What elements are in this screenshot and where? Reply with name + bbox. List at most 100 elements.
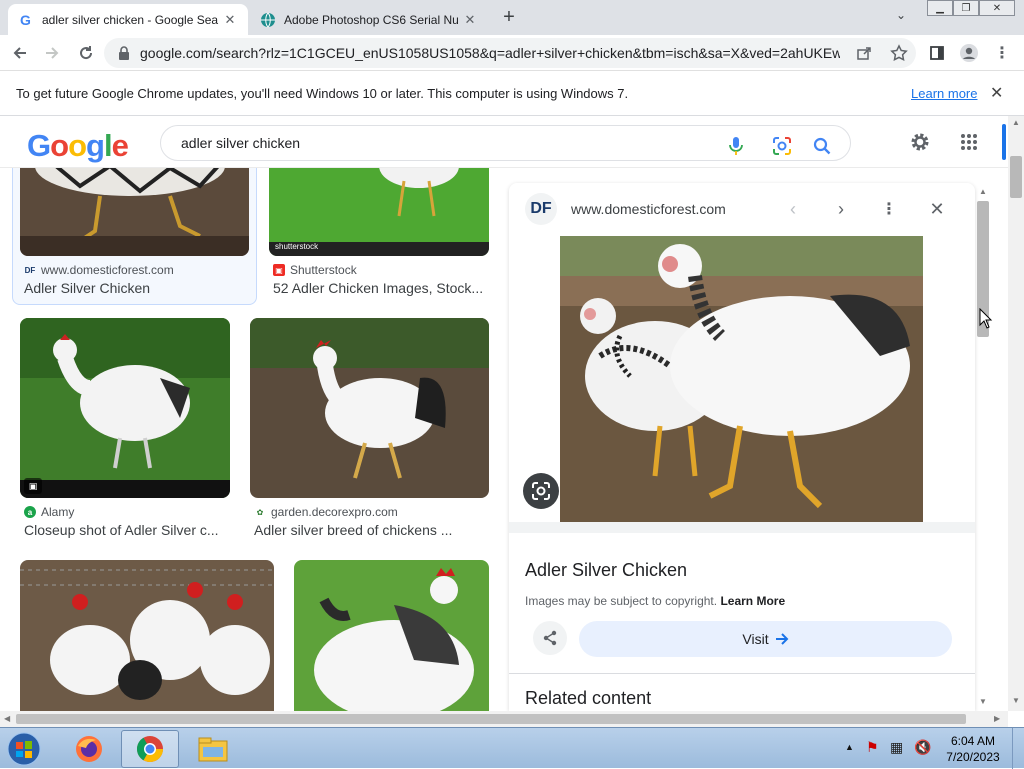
tab-title: adler silver chicken - Google Sea — [42, 12, 219, 27]
show-desktop-button[interactable] — [1012, 728, 1024, 769]
address-bar[interactable]: google.com/search?rlz=1C1GCEU_enUS1058US… — [104, 38, 916, 68]
svg-text:G: G — [20, 12, 31, 28]
side-panel-icon[interactable] — [923, 39, 951, 67]
reload-icon[interactable] — [72, 39, 100, 67]
copyright-note: Images may be subject to copyright. Lear… — [525, 594, 785, 608]
google-apps-grid-icon[interactable] — [960, 133, 978, 154]
google-header: Google adler silver chicken — [0, 116, 1008, 168]
result-caption[interactable]: Adler silver breed of chickens ... — [254, 522, 489, 538]
tab-search-chevron-icon[interactable]: ⌄ — [896, 8, 906, 22]
panel-image-footer — [509, 522, 975, 533]
share-page-icon[interactable] — [856, 45, 872, 61]
result-source-text: www.domesticforest.com — [41, 263, 174, 277]
panel-scrollbar[interactable]: ▲ ▼ — [975, 187, 991, 709]
copyright-text: Images may be subject to copyright. — [525, 594, 718, 608]
garden-favicon: ✿ — [256, 507, 264, 517]
result-image[interactable] — [20, 168, 249, 256]
chrome-menu-icon[interactable]: ⋮ — [988, 39, 1016, 67]
infobar-learn-more-link[interactable]: Learn more — [911, 86, 977, 101]
result-image[interactable]: ▣ — [20, 318, 230, 498]
logo-letter: o — [50, 128, 69, 163]
scroll-down-icon[interactable]: ▼ — [979, 697, 987, 706]
network-icon[interactable]: ▦ — [890, 739, 903, 756]
result-caption[interactable]: Closeup shot of Adler Silver c... — [24, 522, 230, 538]
page-scrollbar-thumb[interactable] — [1010, 156, 1022, 198]
google-logo[interactable]: Google — [27, 128, 129, 164]
close-tab-icon[interactable]: ✕ — [462, 12, 478, 28]
firefox-taskbar-icon[interactable] — [64, 730, 114, 768]
tab-title: Adobe Photoshop CS6 Serial Nu — [284, 12, 459, 27]
result-source[interactable]: ✿ garden.decorexpro.com — [254, 505, 398, 519]
windows-taskbar: ▲ ⚑ ▦ 🔇 6:04 AM 7/20/2023 — [0, 727, 1024, 769]
logo-letter: g — [86, 128, 105, 163]
next-icon[interactable]: › — [827, 195, 855, 223]
back-icon[interactable] — [6, 39, 34, 67]
clock-date: 7/20/2023 — [946, 750, 1000, 764]
profile-avatar-icon[interactable] — [955, 39, 983, 67]
preview-image[interactable] — [560, 236, 923, 522]
arrow-right-icon — [775, 633, 789, 645]
chrome-taskbar-icon[interactable] — [121, 730, 179, 768]
copyright-learn-more-link[interactable]: Learn More — [720, 594, 785, 608]
browser-toolbar: google.com/search?rlz=1C1GCEU_enUS1058US… — [0, 35, 1024, 71]
update-infobar: To get future Google Chrome updates, you… — [0, 71, 1024, 116]
bookmark-star-icon[interactable] — [890, 44, 908, 62]
show-hidden-icons-icon[interactable]: ▲ — [845, 742, 854, 752]
scroll-left-icon[interactable]: ◀ — [4, 714, 10, 723]
result-source[interactable]: a Alamy — [24, 505, 74, 519]
page-scrollbar[interactable]: ▲ ▼ — [1008, 116, 1024, 711]
file-explorer-taskbar-icon[interactable] — [188, 730, 238, 768]
search-input[interactable]: adler silver chicken — [160, 125, 851, 161]
lens-search-icon[interactable] — [523, 473, 559, 509]
share-button[interactable] — [533, 621, 567, 655]
result-source-text: garden.decorexpro.com — [271, 505, 398, 519]
tab-google-search[interactable]: G adler silver chicken - Google Sea ✕ — [8, 4, 248, 35]
close-panel-icon[interactable]: ✕ — [923, 195, 951, 223]
search-query: adler silver chicken — [181, 135, 301, 151]
logo-letter: G — [27, 128, 51, 163]
visit-label: Visit — [742, 631, 769, 647]
site-badge: DF — [525, 193, 557, 225]
new-tab-icon[interactable]: + — [498, 6, 520, 28]
forward-icon[interactable] — [38, 39, 66, 67]
scroll-up-icon[interactable]: ▲ — [979, 187, 987, 196]
lock-icon — [119, 46, 129, 60]
image-results-grid: DF www.domesticforest.com Adler Silver C… — [0, 168, 505, 711]
previous-icon[interactable]: ‹ — [779, 195, 807, 223]
microphone-icon[interactable] — [725, 135, 747, 157]
globe-icon — [261, 12, 275, 27]
alamy-favicon: a — [24, 506, 36, 518]
result-image[interactable] — [250, 318, 489, 498]
tab-strip: G adler silver chicken - Google Sea ✕ Ad… — [0, 0, 1024, 35]
close-window-icon[interactable]: ✕ — [979, 0, 1015, 16]
action-center-flag-icon[interactable]: ⚑ — [866, 739, 879, 756]
horizontal-scrollbar-thumb[interactable] — [16, 714, 966, 724]
scroll-up-icon[interactable]: ▲ — [1012, 118, 1020, 127]
more-options-icon[interactable]: ⋮ — [875, 195, 903, 223]
result-caption[interactable]: 52 Adler Chicken Images, Stock... — [273, 280, 489, 296]
start-button[interactable] — [2, 730, 46, 768]
minimize-icon[interactable]: ▁ — [927, 0, 953, 16]
result-source[interactable]: DF www.domesticforest.com — [24, 263, 174, 277]
google-g-icon: G — [20, 12, 31, 28]
horizontal-scrollbar[interactable]: ◀ ▶ — [0, 711, 1008, 727]
volume-muted-icon[interactable]: 🔇 — [914, 739, 931, 756]
result-image[interactable] — [20, 560, 274, 711]
scroll-right-icon[interactable]: ▶ — [994, 714, 1000, 723]
result-image[interactable]: shutterstock — [269, 168, 489, 256]
panel-site-url[interactable]: www.domesticforest.com — [571, 201, 726, 217]
restore-icon[interactable]: ❐ — [953, 0, 979, 16]
result-source[interactable]: ▣ Shutterstock — [273, 263, 357, 277]
panel-title[interactable]: Adler Silver Chicken — [525, 560, 687, 581]
close-tab-icon[interactable]: ✕ — [222, 12, 238, 28]
visit-button[interactable]: Visit — [579, 621, 952, 657]
system-clock[interactable]: 6:04 AM 7/20/2023 — [938, 733, 1008, 765]
settings-gear-icon[interactable] — [908, 130, 932, 157]
lens-camera-icon[interactable] — [771, 135, 793, 157]
search-icon[interactable] — [811, 135, 833, 157]
scroll-down-icon[interactable]: ▼ — [1012, 696, 1020, 705]
result-caption[interactable]: Adler Silver Chicken — [24, 280, 249, 296]
infobar-close-icon[interactable]: ✕ — [990, 83, 1003, 103]
tab-photoshop[interactable]: Adobe Photoshop CS6 Serial Nu ✕ — [250, 4, 488, 35]
result-image[interactable] — [294, 560, 489, 711]
